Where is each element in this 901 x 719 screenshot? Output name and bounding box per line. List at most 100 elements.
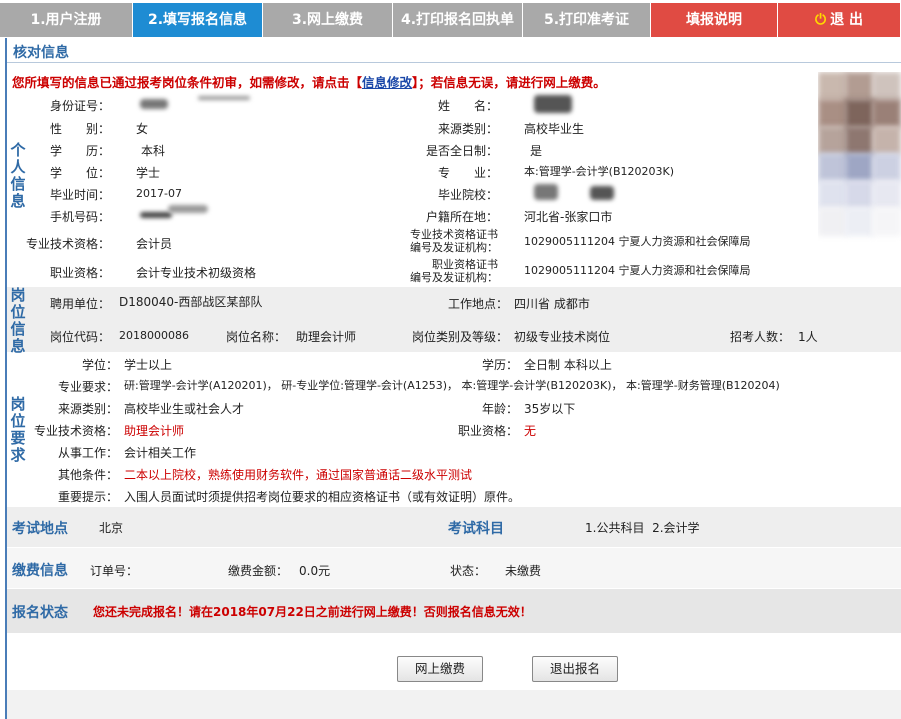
- school-redacted: [534, 184, 558, 200]
- jobcert-value: 1029005111204 宁夏人力资源和社会保障局: [524, 264, 751, 277]
- tab-fill-info[interactable]: 2.填写报名信息: [133, 3, 263, 37]
- notice-text-before: 您所填写的信息已通过报考岗位条件初审，如需修改，请点击【: [12, 75, 363, 90]
- name-redacted: [534, 95, 572, 113]
- count-label: 招考人数：: [729, 330, 790, 344]
- edu-label: 学 历：: [49, 144, 110, 158]
- school-redacted-2: [590, 186, 614, 200]
- signup-message: 您还未完成报名！请在2018年07月22日之前进行网上缴费！否则报名信息无效！: [93, 605, 532, 619]
- tab-print-receipt[interactable]: 4.打印报名回执单: [393, 3, 523, 37]
- applicant-photo: [818, 72, 901, 247]
- req-tip-label: 重要提示：: [57, 490, 118, 504]
- fee-title: 缴费信息: [12, 563, 68, 579]
- req-job-value: 无: [524, 424, 537, 438]
- source-value: 高校毕业生: [524, 122, 585, 136]
- online-pay-button[interactable]: 网上缴费: [397, 656, 483, 682]
- gender-value: 女: [136, 122, 149, 136]
- hukou-value: 河北省-张家口市: [524, 210, 613, 224]
- edit-info-link[interactable]: 信息修改: [362, 75, 412, 90]
- req-work-value: 会计相关工作: [124, 446, 197, 460]
- req-source-value: 高校毕业生或社会人才: [124, 402, 245, 416]
- req-other-label: 其他条件：: [57, 468, 118, 482]
- top-nav: 1.用户注册 2.填写报名信息 3.网上缴费 4.打印报名回执单 5.打印准考证…: [0, 0, 901, 37]
- tab-register[interactable]: 1.用户注册: [0, 3, 133, 37]
- tab-online-payment[interactable]: 3.网上缴费: [263, 3, 393, 37]
- status-label: 状态：: [450, 564, 487, 578]
- exam-place-value: 北京: [99, 521, 124, 535]
- quit-signup-button[interactable]: 退出报名: [532, 656, 618, 682]
- req-work-label: 从事工作：: [57, 446, 118, 460]
- req-age-value: 35岁以下: [524, 402, 576, 416]
- exam-subject-title: 考试科目: [448, 521, 504, 537]
- id-label: 身份证号：: [49, 99, 110, 113]
- req-degree-value: 学士以上: [124, 358, 173, 372]
- req-edu-label: 学历：: [481, 358, 518, 372]
- req-job-label: 职业资格：: [457, 424, 518, 438]
- req-tech-value: 助理会计师: [124, 424, 185, 438]
- jobcert-label-1: 职业资格证书: [432, 258, 498, 271]
- exam-place-title: 考试地点: [12, 521, 68, 537]
- logout-button[interactable]: ⏻ 退 出: [778, 3, 901, 37]
- post-name-label: 岗位名称：: [225, 330, 286, 344]
- edu-value: 本科: [141, 144, 166, 158]
- id-redacted-2: [198, 96, 250, 100]
- req-edu-value: 全日制 本科以上: [524, 358, 612, 372]
- fulltime-value: 是: [530, 144, 543, 158]
- post-name-value: 助理会计师: [296, 330, 357, 344]
- loc-label: 工作地点：: [447, 297, 508, 311]
- amount-value: 0.0元: [299, 564, 331, 578]
- major-label: 专 业：: [437, 166, 498, 180]
- order-label: 订单号：: [90, 564, 139, 578]
- req-major-label: 专业要求：: [57, 380, 118, 394]
- amount-label: 缴费金额：: [228, 564, 289, 578]
- tab-instructions[interactable]: 填报说明: [651, 3, 778, 37]
- code-label: 岗位代码：: [49, 330, 110, 344]
- review-notice: 您所填写的信息已通过报考岗位条件初审，如需修改，请点击【信息修改】；若信息无误，…: [12, 72, 606, 91]
- phone-label: 手机号码：: [49, 210, 110, 224]
- school-label: 毕业院校：: [437, 188, 498, 202]
- tab-print-admission[interactable]: 5.打印准考证: [523, 3, 651, 37]
- source-label: 来源类别：: [437, 122, 498, 136]
- signup-title: 报名状态: [12, 605, 68, 621]
- req-tech-label: 专业技术资格：: [33, 424, 118, 438]
- personal-section-title: 个人信息: [10, 141, 26, 210]
- phone-redacted-2: [168, 205, 208, 213]
- gradtime-label: 毕业时间：: [49, 188, 110, 202]
- unit-label: 聘用单位：: [49, 297, 110, 311]
- status-value: 未缴费: [505, 564, 542, 578]
- req-other-value: 二本以上院校，熟练使用财务软件，通过国家普通话二级水平测试: [124, 468, 473, 482]
- post-section-title: 岗位信息: [10, 286, 26, 355]
- req-major-value: 研:管理学-会计学(A120201)， 研-专业学位:管理学-会计(A1253)…: [124, 379, 780, 392]
- major-value: 本:管理学-会计学(B120203K): [524, 165, 675, 178]
- techcert-label-1: 专业技术资格证书: [410, 228, 498, 241]
- gradtime-value: 2017-07: [136, 187, 182, 200]
- code-value: 2018000086: [119, 329, 189, 342]
- unit-value: D180040-西部战区某部队: [119, 295, 263, 309]
- power-icon: ⏻: [815, 12, 827, 28]
- jobcert-label-2: 编号及发证机构：: [410, 271, 498, 284]
- loc-value: 四川省 成都市: [514, 297, 590, 311]
- notice-text-after: 】；若信息无误，请进行网上缴费。: [412, 75, 606, 90]
- job-label: 职业资格：: [49, 266, 110, 280]
- type-label: 岗位类别及等级：: [411, 330, 508, 344]
- degree-label: 学 位：: [49, 166, 110, 180]
- tech-value: 会计员: [136, 237, 173, 251]
- id-redacted: [140, 99, 168, 109]
- logout-label: 退 出: [830, 12, 863, 28]
- req-source-label: 来源类别：: [57, 402, 118, 416]
- name-label: 姓 名：: [437, 99, 498, 113]
- req-degree-label: 学位：: [81, 358, 118, 372]
- phone-redacted: [140, 212, 172, 218]
- req-age-label: 年龄：: [481, 402, 518, 416]
- count-value: 1人: [798, 330, 818, 344]
- tech-label: 专业技术资格：: [25, 237, 110, 251]
- job-value: 会计专业技术初级资格: [136, 266, 257, 280]
- gender-label: 性 别：: [49, 122, 110, 136]
- techcert-label-2: 编号及发证机构：: [410, 241, 498, 254]
- fulltime-label: 是否全日制：: [425, 144, 498, 158]
- title-divider: [7, 62, 901, 63]
- degree-value: 学士: [136, 166, 161, 180]
- techcert-value: 1029005111204 宁夏人力资源和社会保障局: [524, 235, 751, 248]
- req-tip-value: 入围人员面试时须提供招考岗位要求的相应资格证书（或有效证明）原件。: [124, 490, 521, 504]
- footer-band: [7, 690, 901, 719]
- type-value: 初级专业技术岗位: [514, 330, 611, 344]
